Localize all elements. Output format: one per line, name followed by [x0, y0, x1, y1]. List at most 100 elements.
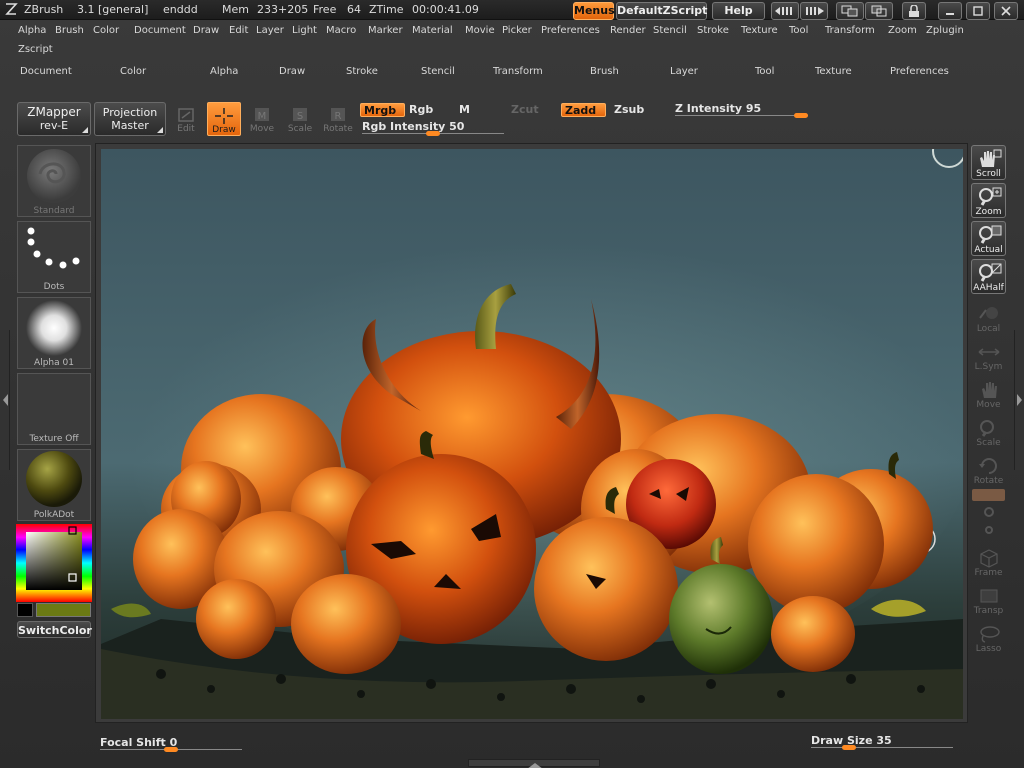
color-picker[interactable] — [16, 524, 92, 602]
alpha-label: Alpha 01 — [34, 358, 74, 368]
palette-tab-brush[interactable]: Brush — [590, 66, 619, 77]
menu-item-stroke[interactable]: Stroke — [697, 25, 729, 36]
window-tile-icon[interactable] — [836, 2, 864, 20]
window-cascade-icon[interactable] — [865, 2, 893, 20]
move-tool-button[interactable]: M Move — [245, 102, 279, 136]
menu-item-zscript[interactable]: Zscript — [18, 44, 53, 55]
lock-icon[interactable] — [902, 2, 926, 20]
palette-tab-layer[interactable]: Layer — [670, 66, 698, 77]
rewind-icon[interactable] — [771, 2, 799, 20]
menu-item-tool[interactable]: Tool — [789, 25, 808, 36]
palette-tab-texture[interactable]: Texture — [815, 66, 852, 77]
rgb-toggle[interactable]: Rgb — [406, 103, 436, 117]
rotate-view-button[interactable]: Rotate — [971, 453, 1006, 488]
draw-tool-button[interactable]: Draw — [207, 102, 241, 136]
palette-tab-document[interactable]: Document — [20, 66, 72, 77]
transp-button[interactable]: Transp — [971, 583, 1006, 618]
menu-item-zoom[interactable]: Zoom — [888, 25, 917, 36]
move-view-button[interactable]: Move — [971, 377, 1006, 412]
menu-item-color[interactable]: Color — [93, 25, 119, 36]
maximize-icon[interactable] — [966, 2, 990, 20]
lasso-button[interactable]: Lasso — [971, 621, 1006, 656]
scale-view-button[interactable]: Scale — [971, 415, 1006, 450]
menu-item-picker[interactable]: Picker — [502, 25, 532, 36]
move-icon: M — [255, 108, 269, 122]
chevron-left-icon — [3, 394, 8, 406]
palette-tab-preferences[interactable]: Preferences — [890, 66, 949, 77]
rgb-intensity-thumb[interactable] — [426, 131, 440, 136]
magnifier-icon — [978, 187, 1001, 206]
zbrush-logo-icon — [5, 3, 18, 15]
menu-item-draw[interactable]: Draw — [193, 25, 219, 36]
edit-tool-button[interactable]: Edit — [169, 102, 203, 136]
menu-item-alpha[interactable]: Alpha — [18, 25, 46, 36]
default-zscript-button[interactable]: DefaultZScript — [616, 2, 707, 20]
menu-item-transform[interactable]: Transform — [825, 25, 875, 36]
document-canvas[interactable] — [101, 149, 963, 719]
focal-shift-thumb[interactable] — [164, 747, 178, 752]
brush-slot[interactable]: Standard — [17, 145, 91, 217]
alpha-slot[interactable]: Alpha 01 — [17, 297, 91, 369]
palette-tab-draw[interactable]: Draw — [279, 66, 305, 77]
menu-item-macro[interactable]: Macro — [326, 25, 356, 36]
help-button[interactable]: Help — [712, 2, 765, 20]
zcut-toggle[interactable]: Zcut — [508, 103, 542, 117]
left-tray-handle[interactable] — [0, 330, 10, 470]
color-picker-wheel[interactable] — [16, 524, 92, 602]
fast-forward-icon[interactable] — [800, 2, 828, 20]
palette-tab-stroke[interactable]: Stroke — [346, 66, 378, 77]
palette-tab-tool[interactable]: Tool — [755, 66, 774, 77]
app-name: ZBrush — [24, 3, 64, 16]
zsub-toggle[interactable]: Zsub — [611, 103, 647, 117]
menu-item-brush[interactable]: Brush — [55, 25, 84, 36]
palette-tab-stencil[interactable]: Stencil — [421, 66, 455, 77]
material-slot[interactable]: PolkADot — [17, 449, 91, 521]
aahalf-button[interactable]: AAHalf — [971, 259, 1006, 294]
texture-slot[interactable]: Texture Off — [17, 373, 91, 445]
menu-item-layer[interactable]: Layer — [256, 25, 284, 36]
switch-color-button[interactable]: SwitchColor — [17, 621, 92, 638]
secondary-color-swatch[interactable] — [36, 603, 91, 617]
actual-button[interactable]: Actual — [971, 221, 1006, 256]
aahalf-label: AAHalf — [973, 283, 1004, 293]
m-toggle[interactable]: M — [456, 103, 473, 117]
menus-button[interactable]: Menus — [573, 2, 615, 20]
z-intensity-slider[interactable] — [675, 115, 808, 116]
free-label: Free — [313, 3, 337, 16]
menu-item-stencil[interactable]: Stencil — [653, 25, 687, 36]
minimize-icon[interactable] — [938, 2, 962, 20]
zadd-toggle[interactable]: Zadd — [561, 103, 606, 117]
bottom-tray-handle[interactable] — [468, 759, 600, 768]
menu-item-light[interactable]: Light — [292, 25, 317, 36]
stroke-slot[interactable]: Dots — [17, 221, 91, 293]
projection-master-button[interactable]: Projection Master — [94, 102, 166, 136]
palette-tab-transform[interactable]: Transform — [493, 66, 543, 77]
scale-tool-button[interactable]: S Scale — [283, 102, 317, 136]
z-intensity-thumb[interactable] — [794, 113, 809, 118]
scroll-button[interactable]: Scroll — [971, 145, 1006, 180]
menu-item-document[interactable]: Document — [134, 25, 186, 36]
menu-item-zplugin[interactable]: Zplugin — [926, 25, 964, 36]
zoom-button[interactable]: Zoom — [971, 183, 1006, 218]
rotate-tool-button[interactable]: R Rotate — [321, 102, 355, 136]
menu-item-render[interactable]: Render — [610, 25, 646, 36]
mrgb-toggle[interactable]: Mrgb — [360, 103, 405, 117]
menu-item-preferences[interactable]: Preferences — [541, 25, 600, 36]
close-icon[interactable] — [994, 2, 1018, 20]
xyz-toggle[interactable] — [972, 489, 1005, 501]
main-color-swatch[interactable] — [17, 603, 33, 617]
menu-item-texture[interactable]: Texture — [741, 25, 778, 36]
lsym-button[interactable]: L.Sym — [971, 339, 1006, 374]
draw-size-thumb[interactable] — [842, 745, 857, 750]
menu-item-movie[interactable]: Movie — [465, 25, 495, 36]
frame-button[interactable]: Frame — [971, 545, 1006, 580]
palette-tab-alpha[interactable]: Alpha — [210, 66, 238, 77]
draw-size-slider[interactable] — [811, 747, 953, 748]
local-button[interactable]: Local — [971, 301, 1006, 336]
palette-tab-color[interactable]: Color — [120, 66, 146, 77]
menu-item-edit[interactable]: Edit — [229, 25, 248, 36]
right-tray-handle[interactable] — [1014, 330, 1024, 470]
zmapper-button[interactable]: ZMapper rev-E — [17, 102, 91, 136]
menu-item-marker[interactable]: Marker — [368, 25, 403, 36]
menu-item-material[interactable]: Material — [412, 25, 453, 36]
